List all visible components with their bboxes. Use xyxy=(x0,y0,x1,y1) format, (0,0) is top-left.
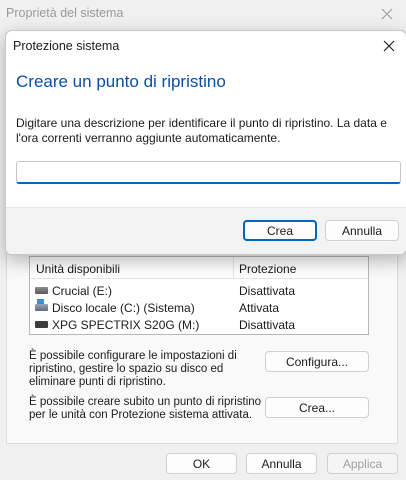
restore-point-description-input[interactable] xyxy=(16,161,401,184)
drive-name: Crucial (E:) xyxy=(52,284,113,298)
cancel-button[interactable]: Annulla xyxy=(246,453,317,474)
system-drive-icon xyxy=(35,299,48,311)
apply-button[interactable]: Applica xyxy=(327,453,398,474)
ssd-drive-icon xyxy=(35,321,48,328)
column-header-drives[interactable]: Unità disponibili xyxy=(36,262,120,276)
close-icon[interactable] xyxy=(376,3,398,25)
ok-button[interactable]: OK xyxy=(166,453,237,474)
drive-table[interactable]: Unità disponibili Protezione Crucial (E:… xyxy=(29,256,369,335)
drive-table-header: Unità disponibili Protezione xyxy=(30,257,368,279)
configure-button[interactable]: Configura... xyxy=(265,351,369,372)
drive-protection-status: Attivata xyxy=(239,301,280,315)
column-separator xyxy=(233,257,234,279)
dialog-title: Protezione sistema xyxy=(13,39,120,53)
system-protection-dialog: Protezione sistema Creare un punto di ri… xyxy=(5,30,406,255)
create-button[interactable]: Crea xyxy=(243,220,317,241)
drive-icon xyxy=(35,287,48,294)
dialog-cancel-button[interactable]: Annulla xyxy=(325,220,399,241)
close-icon[interactable] xyxy=(378,35,400,57)
system-properties-titlebar: Proprietà del sistema xyxy=(0,0,406,28)
dialog-description: Digitare una descrizione per identificar… xyxy=(16,116,387,145)
column-header-protection[interactable]: Protezione xyxy=(239,262,296,276)
drive-protection-status: Disattivata xyxy=(239,318,296,332)
drive-name: XPG SPECTRIX S20G (M:) xyxy=(52,318,200,332)
configure-description: È possibile configurare le impostazioni … xyxy=(29,350,237,388)
drive-name: Disco locale (C:) (Sistema) xyxy=(52,301,195,315)
table-row[interactable]: XPG SPECTRIX S20G (M:) Disattivata xyxy=(30,316,368,333)
dialog-footer: Crea Annulla xyxy=(6,207,406,254)
table-row[interactable]: Crucial (E:) Disattivata xyxy=(30,282,368,299)
system-properties-title: Proprietà del sistema xyxy=(6,6,124,20)
create-restore-point-button[interactable]: Crea... xyxy=(265,397,369,418)
table-row[interactable]: Disco locale (C:) (Sistema) Attivata xyxy=(30,299,368,316)
create-description: È possibile creare subito un punto di ri… xyxy=(29,396,262,421)
dialog-titlebar: Protezione sistema xyxy=(6,31,406,60)
dialog-heading: Creare un punto di ripristino xyxy=(16,72,226,91)
drive-protection-status: Disattivata xyxy=(239,284,296,298)
